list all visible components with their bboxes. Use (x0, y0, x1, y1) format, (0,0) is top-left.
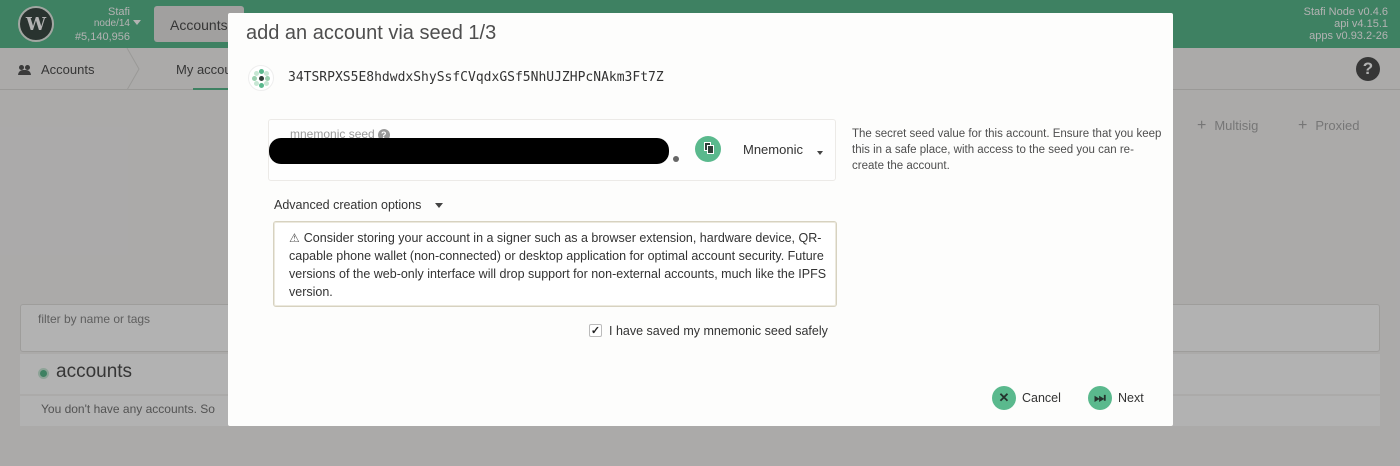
next-button[interactable]: ⏭ Next (1088, 385, 1144, 411)
seed-type-dropdown[interactable]: Mnemonic (743, 142, 803, 157)
confirm-saved-checkbox[interactable]: ✓ (589, 324, 602, 337)
advanced-options-toggle[interactable]: Advanced creation options (274, 198, 421, 212)
warning-icon: ⚠ (289, 231, 300, 245)
warning-text: Consider storing your account in a signe… (289, 231, 827, 299)
copy-seed-button[interactable] (695, 136, 721, 162)
next-icon: ⏭ (1088, 386, 1112, 410)
account-identicon-icon[interactable] (248, 65, 274, 91)
close-icon: ✕ (992, 386, 1016, 410)
chevron-down-icon[interactable] (435, 203, 443, 208)
account-address: 34TSRPXS5E8hdwdxShySsfCVqdxGSf5NhUJZHPcN… (288, 70, 664, 85)
chevron-down-icon[interactable] (817, 151, 823, 155)
next-label: Next (1118, 391, 1144, 405)
seed-value-redacted[interactable] (269, 138, 669, 164)
confirm-saved-label[interactable]: I have saved my mnemonic seed safely (609, 324, 828, 338)
warning-message: ⚠ Consider storing your account in a sign… (289, 229, 829, 301)
cancel-button[interactable]: ✕ Cancel (992, 385, 1061, 411)
modal-title: add an account via seed 1/3 (246, 22, 497, 44)
seed-status-dot (673, 156, 679, 162)
seed-help-text: The secret seed value for this account. … (852, 128, 1162, 172)
cancel-label: Cancel (1022, 391, 1061, 405)
add-account-modal: add an account via seed 1/3 34TSRPXS5E8h… (228, 13, 1173, 426)
